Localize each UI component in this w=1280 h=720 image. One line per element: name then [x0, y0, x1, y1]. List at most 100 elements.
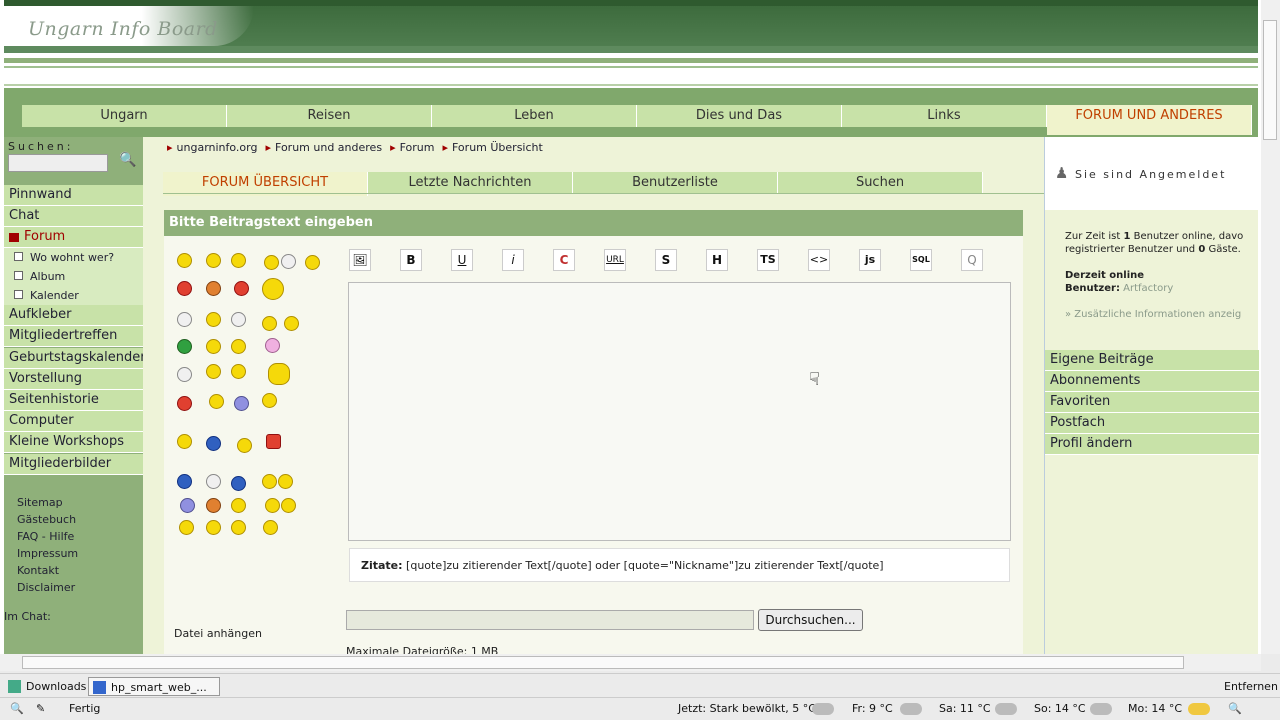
- footer-link-disclaimer[interactable]: Disclaimer: [17, 581, 75, 594]
- site-logo[interactable]: Ungarn Info Board: [28, 18, 218, 40]
- smiley-icon[interactable]: [209, 394, 224, 409]
- tab-benutzerliste[interactable]: Benutzerliste: [573, 172, 778, 194]
- code-button[interactable]: <>: [808, 249, 830, 271]
- breadcrumb-forum[interactable]: Forum: [400, 141, 435, 154]
- smiley-icon[interactable]: [177, 367, 192, 382]
- smiley-icon[interactable]: [237, 438, 252, 453]
- menu-profil-aendern[interactable]: Profil ändern: [1045, 434, 1259, 455]
- menu-postfach[interactable]: Postfach: [1045, 413, 1259, 434]
- sql-button[interactable]: SQL: [910, 249, 932, 271]
- footer-link-sitemap[interactable]: Sitemap: [17, 496, 63, 509]
- sidebar-item-wo-wohnt-wer[interactable]: Wo wohnt wer?: [4, 248, 143, 269]
- breadcrumb-home[interactable]: ungarninfo.org: [177, 141, 258, 154]
- image-icon[interactable]: 🖼: [349, 249, 371, 271]
- bold-button[interactable]: B: [400, 249, 422, 271]
- sidebar-item-kleine-workshops[interactable]: Kleine Workshops: [4, 432, 143, 453]
- smiley-icon[interactable]: [177, 434, 192, 449]
- idea-icon[interactable]: [263, 520, 278, 535]
- topnav-ungarn[interactable]: Ungarn: [22, 105, 227, 127]
- smiley-icon[interactable]: [266, 434, 281, 449]
- smiley-icon[interactable]: [234, 396, 249, 411]
- flower-icon[interactable]: [265, 338, 280, 353]
- strike-button[interactable]: S: [655, 249, 677, 271]
- sidebar-item-seitenhistorie[interactable]: Seitenhistorie: [4, 390, 143, 411]
- smiley-icon[interactable]: [177, 339, 192, 354]
- tab-suchen[interactable]: Suchen: [778, 172, 983, 194]
- smiley-icon[interactable]: [206, 436, 221, 451]
- smiley-icon[interactable]: [305, 255, 320, 270]
- smiley-icon[interactable]: [265, 498, 280, 513]
- footer-link-faq[interactable]: FAQ - Hilfe: [17, 530, 74, 543]
- smiley-icon[interactable]: [262, 474, 277, 489]
- search-icon[interactable]: 🔍: [119, 152, 139, 172]
- smiley-icon[interactable]: [231, 476, 246, 491]
- smiley-icon[interactable]: [206, 253, 221, 268]
- footer-link-gaestebuch[interactable]: Gästebuch: [17, 513, 76, 526]
- smiley-icon[interactable]: [231, 253, 246, 268]
- sidebar-item-mitgliedertreffen[interactable]: Mitgliedertreffen: [4, 326, 143, 347]
- smiley-icon[interactable]: [231, 364, 246, 379]
- smiley-icon[interactable]: [206, 339, 221, 354]
- url-button[interactable]: URL: [604, 249, 626, 271]
- sidebar-item-chat[interactable]: Chat: [4, 206, 143, 227]
- message-textarea[interactable]: ☟: [348, 282, 1011, 541]
- ts-button[interactable]: TS: [757, 249, 779, 271]
- smiley-icon[interactable]: [264, 255, 279, 270]
- footer-link-impressum[interactable]: Impressum: [17, 547, 78, 560]
- search-input[interactable]: [8, 154, 108, 172]
- topnav-leben[interactable]: Leben: [432, 105, 637, 127]
- sidebar-item-geburtstagskalender[interactable]: Geburtstagskalender: [4, 348, 146, 369]
- smiley-icon[interactable]: [206, 312, 221, 327]
- smiley-icon[interactable]: [177, 281, 192, 296]
- sidebar-item-aufkleber[interactable]: Aufkleber: [4, 305, 143, 326]
- arrow-icon[interactable]: [231, 520, 246, 535]
- download-file-item[interactable]: hp_smart_web_...: [88, 677, 220, 696]
- sidebar-item-album[interactable]: Album: [4, 267, 143, 288]
- breadcrumb-current[interactable]: Forum Übersicht: [452, 141, 543, 154]
- sidebar-item-mitgliederbilder[interactable]: Mitgliederbilder: [4, 454, 143, 475]
- smiley-icon[interactable]: [180, 498, 195, 513]
- footer-link-kontakt[interactable]: Kontakt: [17, 564, 59, 577]
- smiley-icon[interactable]: [177, 474, 192, 489]
- more-info-link[interactable]: » Zusätzliche Informationen anzeig: [1065, 308, 1259, 321]
- sidebar-item-forum[interactable]: Forum: [4, 227, 143, 248]
- zoom-icon[interactable]: 🔍: [1228, 702, 1242, 715]
- topnav-forum-und-anderes[interactable]: FORUM UND ANDERES: [1047, 105, 1252, 135]
- smiley-icon[interactable]: [231, 312, 246, 327]
- smiley-icon[interactable]: [262, 278, 284, 300]
- smiley-icon[interactable]: [206, 474, 221, 489]
- file-input[interactable]: [346, 610, 754, 630]
- online-user-link[interactable]: Artfactory: [1123, 283, 1173, 294]
- downloads-item[interactable]: Downloads: [4, 677, 86, 696]
- smiley-icon[interactable]: [177, 396, 192, 411]
- horizontal-scroll-thumb[interactable]: [22, 656, 1184, 669]
- smiley-icon[interactable]: [262, 316, 277, 331]
- js-button[interactable]: js: [859, 249, 881, 271]
- topnav-reisen[interactable]: Reisen: [227, 105, 432, 127]
- smiley-icon[interactable]: [206, 364, 221, 379]
- smiley-icon[interactable]: [231, 339, 246, 354]
- smiley-icon[interactable]: [177, 253, 192, 268]
- menu-favoriten[interactable]: Favoriten: [1045, 392, 1259, 413]
- smiley-icon[interactable]: [268, 363, 290, 385]
- topnav-dies-und-das[interactable]: Dies und Das: [637, 105, 842, 127]
- smiley-icon[interactable]: [177, 312, 192, 327]
- exclamation-icon[interactable]: [206, 520, 221, 535]
- browse-button[interactable]: Durchsuchen...: [758, 609, 863, 631]
- topnav-links[interactable]: Links: [842, 105, 1047, 127]
- highlight-button[interactable]: H: [706, 249, 728, 271]
- sidebar-item-kalender[interactable]: Kalender: [4, 286, 143, 307]
- smiley-icon[interactable]: [234, 281, 249, 296]
- sidebar-item-pinnwand[interactable]: Pinnwand: [4, 185, 143, 206]
- smiley-icon[interactable]: [284, 316, 299, 331]
- smiley-icon[interactable]: [281, 254, 296, 269]
- quote-button[interactable]: Q: [961, 249, 983, 271]
- smiley-icon[interactable]: [231, 498, 246, 513]
- vertical-scroll-thumb[interactable]: [1263, 20, 1277, 140]
- italic-button[interactable]: i: [502, 249, 524, 271]
- color-button[interactable]: C: [553, 249, 575, 271]
- smiley-icon[interactable]: [206, 281, 221, 296]
- breadcrumb-forum-und-anderes[interactable]: Forum und anderes: [275, 141, 382, 154]
- sidebar-item-vorstellung[interactable]: Vorstellung: [4, 369, 143, 390]
- tab-letzte-nachrichten[interactable]: Letzte Nachrichten: [368, 172, 573, 194]
